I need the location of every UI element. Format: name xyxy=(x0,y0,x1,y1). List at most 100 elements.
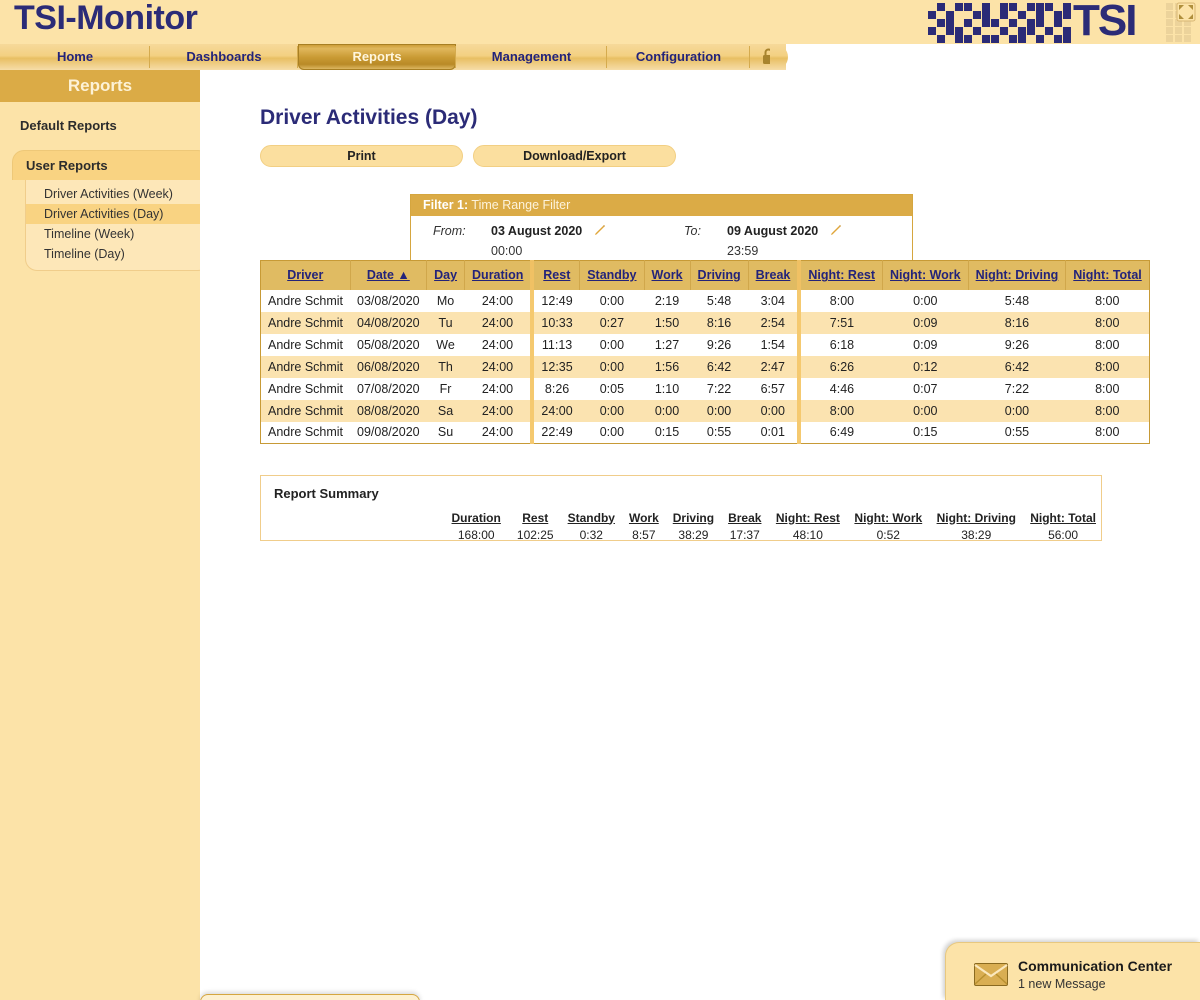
print-button[interactable]: Print xyxy=(260,145,463,167)
table-cell: 11:13 xyxy=(530,333,580,356)
table-column-header[interactable]: Driver xyxy=(260,260,351,290)
table-cell: 1:56 xyxy=(654,359,680,374)
table-column-header[interactable]: Duration xyxy=(464,260,533,290)
table-column-header[interactable]: Rest xyxy=(530,260,581,290)
table-column-header[interactable]: Date ▲ xyxy=(350,260,428,290)
nav-item-label: Dashboards xyxy=(186,49,262,64)
summary-values-row: 168:00 102:25 0:32 8:57 38:29 17:37 48:10 0:52 3… xyxy=(261,526,1103,543)
table-row[interactable]: Andre Schmit 07/08/2020 Fr 24:00 8:26 0:05 1:1… xyxy=(260,377,1150,400)
expand-icon[interactable] xyxy=(1176,2,1196,22)
nav-item-label: Home xyxy=(56,49,94,64)
sidebar-item-label: Timeline (Week) xyxy=(44,227,135,241)
to-date-value[interactable]: 09 August 2020 xyxy=(727,224,818,238)
driver-activities-table: Driver Date ▲ Day Duration Rest Standby Work Dr… xyxy=(260,260,1150,444)
sidebar-item-2[interactable]: Timeline (Week) xyxy=(26,224,209,244)
filter1-name: Time Range Filter xyxy=(468,198,571,212)
sidebar-item-default-reports[interactable]: Default Reports xyxy=(20,118,117,133)
table-cell: 0:00 xyxy=(706,403,732,418)
table-row[interactable]: Andre Schmit 06/08/2020 Th 24:00 12:35 0:00 1:… xyxy=(260,355,1150,378)
table-cell: 8:00 xyxy=(1095,403,1120,418)
table-cell: 9:26 xyxy=(706,337,732,352)
table-column-header[interactable]: Night: Total xyxy=(1065,260,1150,290)
sidebar-item-3[interactable]: Timeline (Day) xyxy=(26,244,209,264)
table-cell: We xyxy=(436,337,455,352)
table-column-header[interactable]: Night: Work xyxy=(882,260,969,290)
table-column-header[interactable]: Day xyxy=(426,260,466,290)
table-row[interactable]: Andre Schmit 03/08/2020 Mo 24:00 12:49 0:00 2:… xyxy=(260,289,1150,312)
from-date-value[interactable]: 03 August 2020 xyxy=(491,224,582,238)
table-cell: 6:26 xyxy=(797,355,883,378)
table-column-header[interactable]: Driving xyxy=(690,260,749,290)
summary-value: 102:25 xyxy=(516,527,554,542)
app-header: TSI-Monitor TSI xyxy=(0,0,1200,45)
summary-column-header: Break xyxy=(728,510,762,525)
tsi-logo: TSI xyxy=(928,0,1198,45)
table-cell: 0:00 xyxy=(654,403,680,418)
from-label: From: xyxy=(433,224,466,238)
table-cell: 5:48 xyxy=(706,293,732,308)
nav-item-reports[interactable]: Reports xyxy=(298,44,456,70)
table-cell: 6:49 xyxy=(797,421,883,444)
table-cell: Andre Schmit xyxy=(268,359,344,374)
sidebar-group-user-reports: User Reports Driver Activities (Week) Dri… xyxy=(12,150,210,271)
nav-item-label: Configuration xyxy=(635,49,722,64)
from-time-value[interactable]: 00:00 xyxy=(491,244,522,258)
sidebar-item-1[interactable]: Driver Activities (Day) xyxy=(26,204,209,224)
bottom-dialog-peek[interactable] xyxy=(200,994,420,1000)
sidebar: Reports Default Reports User Reports Dri… xyxy=(0,70,210,1000)
summary-value: 38:29 xyxy=(961,527,992,542)
download-export-button[interactable]: Download/Export xyxy=(473,145,676,167)
summary-header: Duration Rest Standby Work Driving Break Night… xyxy=(261,509,1103,526)
table-cell: 1:27 xyxy=(654,337,680,352)
table-column-header[interactable]: Night: Driving xyxy=(968,260,1067,290)
table-cell: 0:05 xyxy=(599,381,625,396)
table-column-header[interactable]: Night: Rest xyxy=(797,260,884,290)
summary-value: 0:52 xyxy=(876,527,900,542)
pencil-icon[interactable] xyxy=(829,224,842,237)
table-cell: 8:00 xyxy=(1095,425,1120,440)
nav-filler xyxy=(786,44,1200,70)
table-cell: 24:00 xyxy=(481,381,514,396)
nav-item-management[interactable]: Management xyxy=(456,44,607,70)
nav-item-configuration[interactable]: Configuration xyxy=(607,44,750,70)
communication-center[interactable]: Communication Center 1 new Message xyxy=(945,942,1200,1000)
table-cell: 08/08/2020 xyxy=(357,403,420,418)
table-row[interactable]: Andre Schmit 08/08/2020 Sa 24:00 24:00 0:00 0:… xyxy=(260,399,1150,422)
table-cell: 7:22 xyxy=(706,381,732,396)
table-cell: 7:51 xyxy=(797,311,883,334)
table-cell: 0:00 xyxy=(599,337,625,352)
table-cell: 24:00 xyxy=(481,337,514,352)
table-row[interactable]: Andre Schmit 05/08/2020 We 24:00 11:13 0:00 1:… xyxy=(260,333,1150,356)
nav-item-dashboards[interactable]: Dashboards xyxy=(150,44,298,70)
table-column-header[interactable]: Standby xyxy=(579,260,645,290)
sidebar-item-label: Driver Activities (Week) xyxy=(44,187,173,201)
table-cell: 8:00 xyxy=(1095,359,1120,374)
table-cell: 2:19 xyxy=(654,293,680,308)
sidebar-group-header[interactable]: User Reports xyxy=(12,150,210,180)
summary-value: 0:32 xyxy=(579,527,603,542)
table-cell: 0:55 xyxy=(706,425,732,440)
table-body: Andre Schmit 03/08/2020 Mo 24:00 12:49 0:00 2:… xyxy=(260,289,1150,444)
filter1-header: Filter 1: Time Range Filter xyxy=(411,195,912,216)
summary-column-header: Night: Total xyxy=(1030,510,1096,525)
sidebar-sublist: Driver Activities (Week) Driver Activitie… xyxy=(25,180,210,271)
filter1-prefix: Filter 1: xyxy=(423,198,469,212)
sidebar-item-0[interactable]: Driver Activities (Week) xyxy=(26,184,209,204)
main-navigation: Home Dashboards Reports Management Configura… xyxy=(0,44,1200,70)
table-cell: 09/08/2020 xyxy=(357,425,420,440)
pencil-icon[interactable] xyxy=(593,224,606,237)
table-cell: 5:48 xyxy=(1004,293,1030,308)
summary-table: Duration Rest Standby Work Driving Break Night… xyxy=(261,509,1103,543)
table-row[interactable]: Andre Schmit 09/08/2020 Su 24:00 22:49 0:00 0:… xyxy=(260,421,1150,444)
table-cell: 1:10 xyxy=(654,381,680,396)
summary-column-header: Rest xyxy=(522,510,549,525)
table-cell: 0:15 xyxy=(913,425,938,440)
table-column-header[interactable]: Work xyxy=(644,260,691,290)
main-content: Driver Activities (Day) Print Download/E… xyxy=(200,70,1200,1000)
nav-item-home[interactable]: Home xyxy=(0,44,150,70)
table-cell: Andre Schmit xyxy=(268,337,344,352)
table-row[interactable]: Andre Schmit 04/08/2020 Tu 24:00 10:33 0:27 1:… xyxy=(260,311,1150,334)
table-column-header[interactable]: Break xyxy=(748,260,800,290)
to-time-value[interactable]: 23:59 xyxy=(727,244,758,258)
table-cell: 0:09 xyxy=(913,315,938,330)
